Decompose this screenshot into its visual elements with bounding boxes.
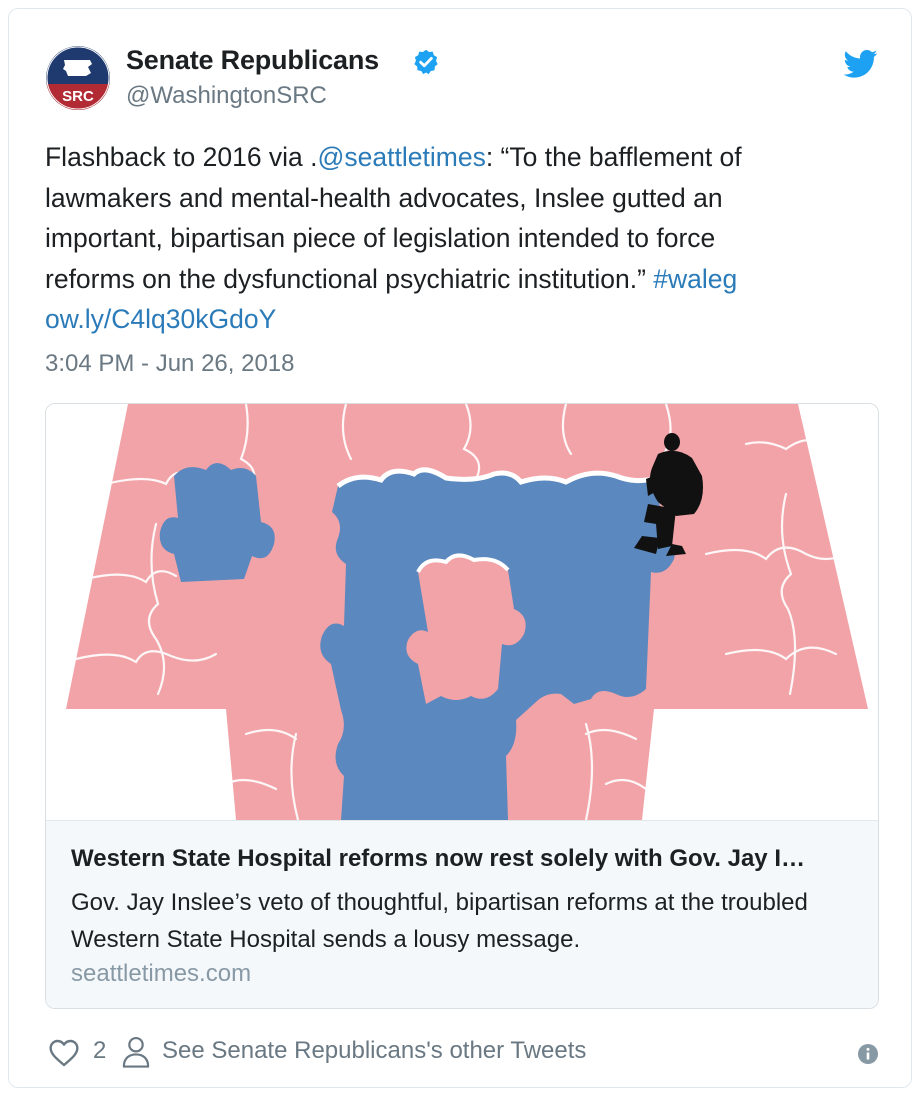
- info-icon[interactable]: [857, 1043, 879, 1065]
- avatar[interactable]: SRC: [46, 46, 110, 110]
- card-title[interactable]: Western State Hospital reforms now rest …: [71, 845, 805, 873]
- verified-badge-icon: [414, 49, 438, 75]
- card-description-line1: Gov. Jay Inslee’s veto of thoughtful, bi…: [71, 889, 808, 916]
- card-description: Gov. Jay Inslee’s veto of thoughtful, bi…: [71, 884, 861, 958]
- heart-icon[interactable]: [48, 1037, 80, 1069]
- card-body[interactable]: Western State Hospital reforms now rest …: [46, 821, 878, 1008]
- tweet-card: SRC Senate Republicans @WashingtonSRC Fl…: [8, 8, 912, 1088]
- like-count[interactable]: 2: [93, 1037, 106, 1065]
- mention-link[interactable]: @seattletimes: [318, 142, 486, 172]
- tweet-text: Flashback to 2016 via .@seattletimes: “T…: [45, 137, 885, 340]
- person-icon: [122, 1036, 150, 1068]
- see-other-tweets-link[interactable]: See Senate Republicans's other Tweets: [162, 1037, 586, 1065]
- card-description-line2: Western State Hospital sends a lousy mes…: [71, 926, 581, 953]
- tweet-text-line1-suffix: : “To the bafflement of: [485, 142, 742, 172]
- author-handle[interactable]: @WashingtonSRC: [126, 82, 327, 110]
- card-image[interactable]: [46, 404, 878, 822]
- card-domain: seattletimes.com: [71, 960, 252, 987]
- timestamp[interactable]: 3:04 PM - Jun 26, 2018: [45, 350, 295, 378]
- hashtag-link[interactable]: #waleg: [653, 264, 737, 294]
- twitter-bird-icon[interactable]: [844, 49, 878, 79]
- puzzle-illustration: [66, 404, 868, 822]
- tweet-text-line3: important, bipartisan piece of legislati…: [45, 223, 716, 253]
- tweet-text-line2: lawmakers and mental-health advocates, I…: [45, 182, 723, 213]
- tweet-text-line1-prefix: Flashback to 2016 via .: [45, 142, 318, 172]
- url-link[interactable]: ow.ly/C4lq30kGdoY: [45, 299, 885, 340]
- tweet-text-line4: reforms on the dysfunctional psychiatric…: [45, 263, 654, 294]
- author-name[interactable]: Senate Republicans: [126, 45, 379, 76]
- link-card[interactable]: Western State Hospital reforms now rest …: [45, 403, 879, 1009]
- avatar-text: SRC: [62, 88, 94, 105]
